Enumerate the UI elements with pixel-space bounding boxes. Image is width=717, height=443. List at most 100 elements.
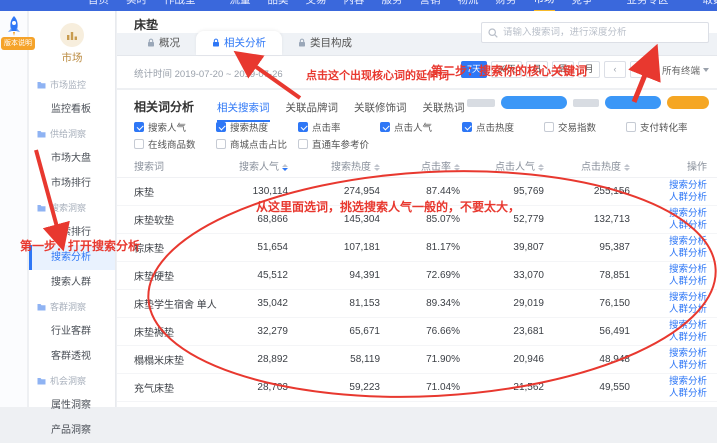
- nav-data-fetch[interactable]: 取数: [703, 0, 717, 11]
- sort-search-popularity[interactable]: 搜索人气: [222, 158, 310, 173]
- nav-market[interactable]: 市场: [534, 0, 555, 11]
- redacted-button[interactable]: [605, 96, 661, 109]
- checkbox: [462, 122, 472, 132]
- redacted-button[interactable]: [501, 96, 567, 109]
- terminal-dropdown[interactable]: 所有终端: [662, 63, 709, 77]
- nav-finance[interactable]: 财务: [496, 0, 517, 11]
- link-crowd-analysis[interactable]: 人群分析: [652, 304, 707, 316]
- subtab-hot-words[interactable]: 关联热词: [423, 100, 465, 122]
- metric-online-products[interactable]: 在线商品数: [134, 137, 216, 151]
- link-search-analysis[interactable]: 搜索分析: [652, 320, 707, 332]
- cell-keyword[interactable]: 床垫硬垫: [117, 268, 222, 283]
- tab-category-composition[interactable]: 类目构成: [282, 31, 368, 55]
- cell-keyword[interactable]: 榻榻米床垫: [117, 352, 222, 367]
- link-crowd-analysis[interactable]: 人群分析: [652, 360, 707, 372]
- sort-click-rate[interactable]: 点击率: [402, 158, 482, 173]
- tab-overview[interactable]: 概况: [131, 31, 196, 55]
- prev-period-button[interactable]: ‹: [604, 61, 626, 78]
- cell-keyword[interactable]: 床垫褥垫: [117, 324, 222, 339]
- market-module-icon: [60, 23, 84, 47]
- link-crowd-analysis[interactable]: 人群分析: [652, 276, 707, 288]
- sort-icon: [624, 164, 630, 171]
- metric-search-heat[interactable]: 搜索热度: [216, 120, 298, 134]
- nav-content[interactable]: 内容: [344, 0, 365, 11]
- nav-service[interactable]: 服务: [382, 0, 403, 11]
- metric-pay-conversion[interactable]: 支付转化率: [626, 120, 688, 134]
- cell-keyword[interactable]: 充气床垫: [117, 380, 222, 395]
- related-words-table: 搜索词 搜索人气 搜索热度 点击率 点击人气 点击热度 操作 床垫 130,11…: [117, 154, 717, 402]
- nav-war-room[interactable]: 作战室: [164, 0, 196, 11]
- nav-logistics[interactable]: 物流: [458, 0, 479, 11]
- nav-trade[interactable]: 交易: [306, 0, 327, 11]
- sort-icon: [454, 164, 460, 171]
- table-row: 棕床垫 51,654 107,181 81.17% 39,807 95,387 …: [117, 234, 717, 262]
- search-input[interactable]: [503, 27, 702, 38]
- related-words-panel: 相关词分析 相关搜索词 关联品牌词 关联修饰词 关联热词 搜索人气 搜索热度 点…: [117, 88, 717, 407]
- sidebar: 市场 市场监控 监控看板 供给洞察 市场大盘 市场排行 搜索洞察 搜索排行 搜索…: [29, 11, 116, 407]
- sidebar-item-market-overview[interactable]: 市场大盘: [29, 146, 115, 171]
- keyword-search-box: [481, 22, 709, 43]
- link-crowd-analysis[interactable]: 人群分析: [652, 388, 707, 400]
- link-search-analysis[interactable]: 搜索分析: [652, 376, 707, 388]
- link-crowd-analysis[interactable]: 人群分析: [652, 220, 707, 232]
- metric-click-popularity[interactable]: 点击人气: [380, 120, 462, 134]
- module-label: 市场: [29, 50, 115, 65]
- link-crowd-analysis[interactable]: 人群分析: [652, 332, 707, 344]
- link-crowd-analysis[interactable]: 人群分析: [652, 192, 707, 204]
- sidebar-item-product-insight[interactable]: 产品洞察: [29, 418, 115, 443]
- folder-icon: [37, 130, 46, 138]
- sidebar-item-customer-perspective[interactable]: 客群透视: [29, 344, 115, 369]
- tab-related-analysis[interactable]: 相关分析: [196, 31, 282, 55]
- checkbox: [380, 122, 390, 132]
- table-row: 床垫褥垫 32,279 65,671 76.66% 23,681 56,491 …: [117, 318, 717, 346]
- sidebar-item-attribute-insight[interactable]: 属性洞察: [29, 393, 115, 418]
- link-search-analysis[interactable]: 搜索分析: [652, 208, 707, 220]
- checkbox: [298, 122, 308, 132]
- link-search-analysis[interactable]: 搜索分析: [652, 348, 707, 360]
- metric-ztc-reference-price[interactable]: 直通车参考价: [298, 137, 369, 151]
- cell-keyword[interactable]: 床垫学生宿舍 单人: [117, 296, 222, 311]
- metric-trade-index[interactable]: 交易指数: [544, 120, 626, 134]
- metric-click-heat[interactable]: 点击热度: [462, 120, 544, 134]
- nav-home[interactable]: 首页: [88, 0, 109, 11]
- sidebar-item-search-crowd[interactable]: 搜索人群: [29, 270, 115, 295]
- next-period-button[interactable]: ›: [630, 61, 652, 78]
- sort-search-heat[interactable]: 搜索热度: [310, 158, 402, 173]
- folder-icon: [37, 204, 46, 212]
- redacted-button[interactable]: [667, 96, 709, 109]
- nav-traffic[interactable]: 流量: [230, 0, 251, 11]
- link-search-analysis[interactable]: 搜索分析: [652, 264, 707, 276]
- nav-category[interactable]: 品类: [268, 0, 289, 11]
- chevron-down-icon: [703, 68, 709, 72]
- nav-business-zone[interactable]: 业务专区: [627, 0, 669, 11]
- nav-realtime[interactable]: 实时: [126, 0, 147, 11]
- version-badge[interactable]: 版本说明: [1, 37, 35, 50]
- subtab-related-search-words[interactable]: 相关搜索词: [217, 100, 270, 122]
- panel-title: 相关词分析: [134, 98, 194, 115]
- annotation-table-note: 从这里面选词，挑选搜索人气一般的，不要太大，: [256, 198, 520, 215]
- sort-click-heat[interactable]: 点击热度: [566, 158, 652, 173]
- sidebar-item-monitor-board[interactable]: 监控看板: [29, 97, 115, 122]
- cell-keyword[interactable]: 床垫: [117, 184, 222, 199]
- rocket-icon[interactable]: [5, 15, 23, 37]
- sort-click-popularity[interactable]: 点击人气: [482, 158, 566, 173]
- metric-search-popularity[interactable]: 搜索人气: [134, 120, 216, 134]
- nav-competition[interactable]: 竞争: [572, 0, 593, 11]
- metric-mall-click-share[interactable]: 商城点击占比: [216, 137, 298, 151]
- folder-icon: [37, 81, 46, 89]
- link-search-analysis[interactable]: 搜索分析: [652, 292, 707, 304]
- metric-click-rate[interactable]: 点击率: [298, 120, 380, 134]
- cell-keyword[interactable]: 床垫软垫: [117, 212, 222, 227]
- sidebar-group-customer-insight: 客群洞察: [29, 295, 115, 319]
- subtab-brand-words[interactable]: 关联品牌词: [286, 100, 339, 122]
- link-search-analysis[interactable]: 搜索分析: [652, 180, 707, 192]
- subtab-modifier-words[interactable]: 关联修饰词: [354, 100, 407, 122]
- link-search-analysis[interactable]: 搜索分析: [652, 236, 707, 248]
- sidebar-item-market-ranking[interactable]: 市场排行: [29, 171, 115, 196]
- search-icon: [488, 28, 498, 38]
- folder-icon: [37, 303, 46, 311]
- table-row: 榻榻米床垫 28,892 58,119 71.90% 20,946 48,948…: [117, 346, 717, 374]
- sidebar-item-industry-customers[interactable]: 行业客群: [29, 319, 115, 344]
- link-crowd-analysis[interactable]: 人群分析: [652, 248, 707, 260]
- nav-marketing[interactable]: 营销: [420, 0, 441, 11]
